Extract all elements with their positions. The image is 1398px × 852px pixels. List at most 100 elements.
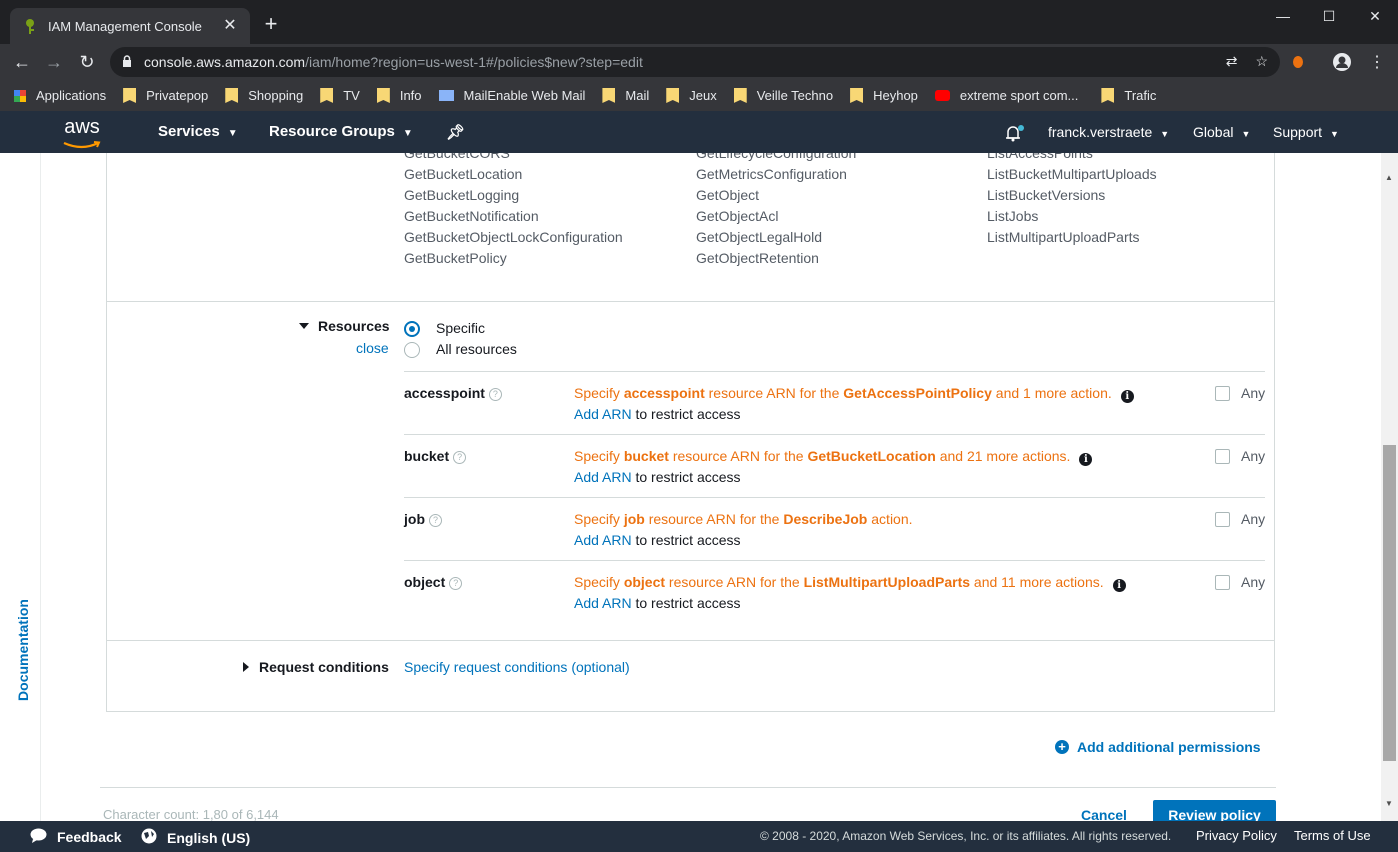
url-text: console.aws.amazon.com/iam/home?region=u… — [144, 54, 643, 70]
region-menu[interactable]: Global ▼ — [1193, 124, 1250, 140]
reload-icon[interactable]: ↻ — [73, 48, 101, 76]
resources-toggle[interactable]: Resources — [299, 318, 390, 334]
any-checkbox[interactable] — [1215, 575, 1230, 590]
permissions-panel: GetBucketCORS GetBucketLocation GetBucke… — [106, 153, 1275, 712]
info-icon[interactable]: i — [1079, 453, 1093, 466]
scrollbar-thumb[interactable] — [1383, 445, 1396, 761]
resource-spec-text: Specify job resource ARN for the Describ… — [574, 511, 913, 527]
all-resources-radio[interactable] — [404, 342, 420, 358]
action-item: GetMetricsConfiguration — [696, 166, 847, 182]
add-arn-link[interactable]: Add ARN — [574, 406, 632, 422]
minimize-button[interactable]: — — [1260, 0, 1306, 32]
pin-icon[interactable]: 📌︎ — [446, 123, 465, 141]
actions-column-3: ListAccessPoints ListBucketMultipartUplo… — [987, 153, 1157, 248]
account-menu[interactable]: franck.verstraete ▼ — [1048, 124, 1169, 140]
privacy-policy-link[interactable]: Privacy Policy — [1196, 828, 1277, 843]
browser-tab[interactable]: IAM Management Console ✕ — [10, 8, 250, 44]
action-item: GetBucketCORS — [404, 153, 510, 161]
bookmark-star-icon[interactable]: ☆ — [1255, 53, 1268, 70]
resources-close-link[interactable]: close — [356, 340, 389, 356]
terms-of-use-link[interactable]: Terms of Use — [1294, 828, 1371, 843]
add-additional-permissions-button[interactable]: + Add additional permissions — [1055, 739, 1261, 755]
page-scrollbar[interactable]: ▲ ▼ — [1381, 153, 1398, 821]
bookmark-veille-techno[interactable]: Veille Techno — [733, 88, 833, 103]
section-divider — [107, 640, 1274, 641]
bookmark-privatepop[interactable]: Privatepop — [123, 88, 208, 103]
any-checkbox[interactable] — [1215, 512, 1230, 527]
resource-groups-menu[interactable]: Resource Groups ▼ — [269, 123, 413, 140]
resource-row-object: object? Specify object resource ARN for … — [404, 560, 1265, 623]
bookmark-applications[interactable]: Applications — [14, 88, 106, 103]
bottom-divider — [100, 787, 1276, 788]
address-bar[interactable]: console.aws.amazon.com/iam/home?region=u… — [110, 47, 1280, 77]
scroll-down-icon[interactable]: ▼ — [1385, 799, 1393, 808]
action-item: ListJobs — [987, 208, 1039, 224]
resource-spec-text: Specify object resource ARN for the List… — [574, 574, 1126, 592]
specific-radio-label: Specific — [436, 320, 486, 336]
action-item: GetLifecycleConfiguration — [696, 153, 857, 161]
review-policy-button[interactable]: Review policy — [1153, 800, 1276, 821]
resource-name: bucket? — [404, 448, 467, 464]
add-arn-link[interactable]: Add ARN — [574, 532, 632, 548]
help-icon[interactable]: ? — [488, 388, 502, 401]
browser-menu-icon[interactable]: ⋮ — [1363, 48, 1391, 76]
apps-grid-icon — [14, 89, 26, 102]
help-icon[interactable]: ? — [453, 451, 467, 464]
bookmark-info[interactable]: Info — [376, 88, 422, 103]
forward-arrow-icon[interactable]: → — [40, 48, 68, 76]
any-checkbox[interactable] — [1215, 449, 1230, 464]
info-icon[interactable]: i — [1120, 390, 1134, 403]
bookmark-heyhop[interactable]: Heyhop — [850, 88, 918, 103]
mail-icon — [438, 90, 454, 101]
language-selector[interactable]: English (US) — [141, 828, 250, 847]
help-icon[interactable]: ? — [449, 577, 463, 590]
specific-radio[interactable] — [404, 321, 420, 337]
bookmark-tv[interactable]: TV — [320, 88, 360, 103]
any-checkbox[interactable] — [1215, 386, 1230, 401]
caret-down-icon — [299, 323, 309, 329]
documentation-sidebar: Documentation — [0, 153, 41, 821]
add-arn-link[interactable]: Add ARN — [574, 469, 632, 485]
info-icon[interactable]: i — [1112, 579, 1126, 592]
aws-logo[interactable]: aws — [60, 117, 104, 149]
globe-icon — [141, 828, 157, 847]
bookmark-jeux[interactable]: Jeux — [666, 88, 717, 103]
bookmark-icon — [850, 88, 864, 103]
tab-title: IAM Management Console — [48, 18, 202, 34]
plus-circle-icon: + — [1055, 740, 1069, 754]
bookmark-icon — [320, 88, 334, 103]
cancel-button[interactable]: Cancel — [1081, 807, 1127, 821]
bookmark-mail[interactable]: Mail — [602, 88, 649, 103]
extension-icon[interactable] — [1284, 48, 1312, 76]
add-arn-link[interactable]: Add ARN — [574, 595, 632, 611]
iam-favicon-icon — [22, 18, 38, 34]
bookmark-mailenable[interactable]: MailEnable Web Mail — [438, 88, 585, 103]
notifications-bell-icon[interactable] — [1004, 124, 1024, 145]
bookmark-trafic[interactable]: Trafic — [1101, 88, 1156, 103]
tab-close-icon[interactable]: ✕ — [222, 18, 238, 34]
documentation-tab[interactable]: Documentation — [15, 599, 31, 701]
profile-avatar-icon[interactable] — [1328, 48, 1356, 76]
bookmark-shopping[interactable]: Shopping — [225, 88, 303, 103]
add-arn-line: Add ARN to restrict access — [574, 595, 741, 611]
feedback-button[interactable]: Feedback — [30, 828, 122, 846]
new-tab-button[interactable]: + — [260, 13, 282, 36]
help-icon[interactable]: ? — [429, 514, 442, 527]
maximize-button[interactable]: ☐ — [1306, 0, 1352, 32]
window-close-button[interactable]: ✕ — [1352, 0, 1398, 32]
request-conditions-toggle[interactable]: Request conditions — [243, 659, 389, 675]
speech-bubble-icon — [30, 828, 47, 846]
translate-icon[interactable]: ⇄ — [1226, 53, 1238, 70]
services-menu[interactable]: Services ▼ — [158, 123, 238, 140]
scroll-up-icon[interactable]: ▲ — [1385, 173, 1393, 182]
resource-name: job? — [404, 511, 442, 527]
add-arn-line: Add ARN to restrict access — [574, 406, 741, 422]
support-menu[interactable]: Support ▼ — [1273, 124, 1339, 140]
bookmark-extreme-sport[interactable]: extreme sport com... — [934, 88, 1078, 103]
resource-row-job: job? Specify job resource ARN for the De… — [404, 497, 1265, 560]
request-conditions-link[interactable]: Specify request conditions (optional) — [404, 659, 630, 675]
action-item: ListAccessPoints — [987, 153, 1093, 161]
youtube-icon — [934, 90, 950, 101]
back-arrow-icon[interactable]: ← — [8, 48, 36, 76]
actions-column-2: GetLifecycleConfiguration GetMetricsConf… — [696, 153, 856, 269]
